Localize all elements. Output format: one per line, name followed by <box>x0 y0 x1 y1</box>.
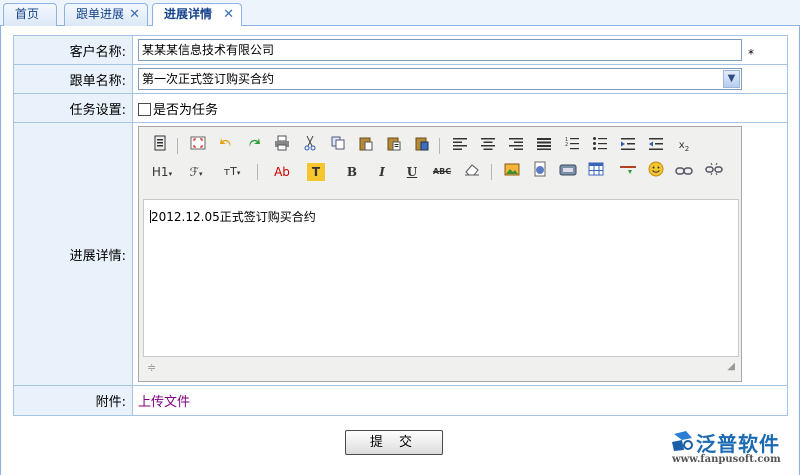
upload-file-link[interactable]: 上传文件 <box>138 395 190 410</box>
heading-label: H1 <box>151 165 169 179</box>
chevron-down-icon[interactable]: ▼ <box>723 70 740 88</box>
unlink-icon[interactable] <box>703 161 725 183</box>
insert-flash-icon[interactable] <box>529 161 551 183</box>
order-name-select[interactable]: 第一次正式签订购买合约 ▼ <box>138 68 742 90</box>
toolbar-separator <box>177 138 178 154</box>
toolbar-separator <box>257 164 258 180</box>
is-task-checkbox[interactable] <box>138 102 151 116</box>
drag-handle-icon[interactable]: ≑ <box>147 361 156 374</box>
editor-content-area[interactable]: 2012.12.05正式签订购买合约 <box>143 199 739 357</box>
logo-name: 泛普软件 <box>696 432 780 456</box>
resize-grip-icon[interactable]: ◢ <box>727 361 735 372</box>
editor-content-text: 2012.12.05正式签订购买合约 <box>151 210 316 224</box>
customer-name-input[interactable]: 某某某信息技术有限公司 <box>138 39 742 61</box>
undo-icon[interactable] <box>215 135 237 157</box>
svg-text:2: 2 <box>565 142 568 148</box>
order-name-value: 第一次正式签订购买合约 <box>142 72 275 86</box>
font-color-icon[interactable]: Ab <box>271 161 293 183</box>
tab-follow-progress[interactable]: 跟单进展 ✕ <box>64 3 148 26</box>
order-label: 跟单名称: <box>13 64 133 94</box>
tab-progress-detail[interactable]: 进展详情 ✕ <box>152 3 242 27</box>
progress-form: 客户名称: 某某某信息技术有限公司 跟单名称: 第一次正式签订购买合约 ▼ 任务… <box>13 35 788 416</box>
detail-label: 进展详情: <box>13 122 133 386</box>
task-label: 任务设置: <box>13 93 133 123</box>
rich-text-editor: 12 x2 H1▾ ℱ▾ тT▾ Ab T B I U ABC 2012.12.… <box>138 126 742 382</box>
font-size-icon[interactable]: тT▾ <box>219 161 245 183</box>
underline-icon[interactable]: U <box>401 161 423 183</box>
customer-label: 客户名称: <box>13 35 133 65</box>
toolbar-separator <box>491 164 492 180</box>
align-left-icon[interactable] <box>449 135 471 157</box>
emoticon-icon[interactable] <box>645 161 667 183</box>
ordered-list-icon[interactable]: 12 <box>561 135 583 157</box>
font-family-label: ℱ <box>189 165 199 179</box>
indent-icon[interactable] <box>617 135 639 157</box>
logo-mark-icon <box>672 431 693 451</box>
bold-icon[interactable]: B <box>341 161 363 183</box>
italic-icon[interactable]: I <box>371 161 393 183</box>
horizontal-rule-icon[interactable] <box>617 161 639 183</box>
italic-label: I <box>379 165 385 179</box>
strikethrough-icon[interactable]: ABC <box>431 161 453 183</box>
font-family-icon[interactable]: ℱ▾ <box>183 161 209 183</box>
editor-toolbar-row-1: 12 x2 <box>143 135 739 159</box>
paste-text-icon[interactable] <box>383 135 405 157</box>
underline-label: U <box>406 165 418 179</box>
tab-label: 跟单进展 <box>76 7 125 21</box>
content-frame: 客户名称: 某某某信息技术有限公司 跟单名称: 第一次正式签订购买合约 ▼ 任务… <box>0 26 800 475</box>
required-mark: * <box>748 47 754 61</box>
is-task-label[interactable]: 是否为任务 <box>153 103 218 118</box>
justify-icon[interactable] <box>533 135 555 157</box>
cut-icon[interactable] <box>299 135 321 157</box>
align-right-icon[interactable] <box>505 135 527 157</box>
highlight-icon[interactable]: T <box>307 163 325 181</box>
submit-button[interactable]: 提 交 <box>345 430 443 455</box>
brand-logo: 泛普软件 www.fanpusoft.com <box>666 426 796 471</box>
editor-toolbar-row-2: H1▾ ℱ▾ тT▾ Ab T B I U ABC <box>143 161 739 185</box>
font-size-label: тT <box>223 165 237 178</box>
align-center-icon[interactable] <box>477 135 499 157</box>
paste-icon[interactable] <box>355 135 377 157</box>
paste-word-icon[interactable] <box>411 135 433 157</box>
editor-statusbar: ≑ ◢ <box>143 359 739 377</box>
source-icon[interactable] <box>149 135 171 157</box>
highlight-label: T <box>311 165 321 179</box>
font-color-label: Ab <box>274 165 290 179</box>
toolbar-separator <box>439 138 440 154</box>
insert-media-icon[interactable] <box>557 161 579 183</box>
tab-label: 进展详情 <box>164 7 213 21</box>
copy-icon[interactable] <box>327 135 349 157</box>
close-icon[interactable]: ✕ <box>129 4 140 25</box>
tab-label: 首页 <box>15 7 40 21</box>
fullscreen-icon[interactable] <box>187 135 209 157</box>
bold-label: B <box>346 165 358 179</box>
tab-home[interactable]: 首页 <box>3 3 57 26</box>
outdent-icon[interactable] <box>645 135 667 157</box>
heading-icon[interactable]: H1▾ <box>149 161 175 183</box>
redo-icon[interactable] <box>243 135 265 157</box>
print-icon[interactable] <box>271 135 293 157</box>
tab-bar: 首页 跟单进展 ✕ 进展详情 ✕ <box>0 0 800 27</box>
logo-url: www.fanpusoft.com <box>672 454 781 465</box>
strikethrough-label: ABC <box>432 167 452 176</box>
eraser-icon[interactable] <box>461 161 483 183</box>
attachment-label: 附件: <box>13 385 133 416</box>
insert-image-icon[interactable] <box>501 161 523 183</box>
close-icon[interactable]: ✕ <box>223 4 234 25</box>
link-icon[interactable] <box>673 161 695 183</box>
unordered-list-icon[interactable] <box>589 135 611 157</box>
insert-table-icon[interactable] <box>585 161 607 183</box>
subscript-icon[interactable]: x2 <box>673 135 695 157</box>
